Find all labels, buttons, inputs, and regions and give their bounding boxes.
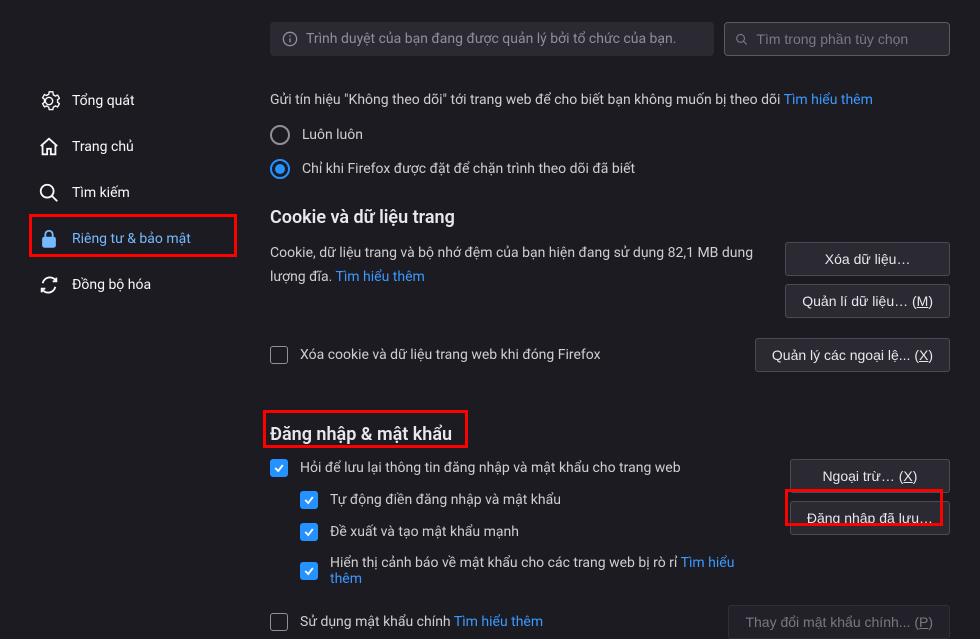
master-password-row[interactable]: Sử dụng mật khẩu chính Tìm hiểu thêm: [270, 613, 543, 631]
checkbox-label: Xóa cookie và dữ liệu trang web khi đóng…: [300, 347, 601, 363]
sidebar-item-privacy[interactable]: Riêng tư & bảo mật: [0, 216, 242, 262]
sidebar-label: Trang chủ: [72, 139, 134, 155]
sidebar-label: Tổng quát: [72, 93, 135, 109]
sidebar-label: Đồng bộ hóa: [72, 277, 151, 293]
checkbox-icon[interactable]: [270, 346, 288, 364]
managed-notice[interactable]: Trình duyệt của bạn đang được quản lý bở…: [270, 22, 714, 56]
radio-label: Luôn luôn: [302, 127, 363, 143]
managed-notice-text: Trình duyệt của bạn đang được quản lý bở…: [306, 31, 676, 47]
breach-alerts-row[interactable]: Hiển thị cảnh báo về mật khẩu cho các tr…: [300, 555, 770, 587]
dnt-only-blocking-row[interactable]: Chỉ khi Firefox được đặt để chặn trình t…: [270, 159, 950, 179]
lock-icon: [38, 228, 60, 250]
search-icon: [735, 32, 748, 47]
sidebar-label: Riêng tư & bảo mật: [72, 231, 191, 247]
checkbox-icon[interactable]: [300, 523, 318, 541]
cookies-section-title: Cookie và dữ liệu trang: [270, 207, 950, 228]
checkbox-label: Tự động điền đăng nhập và mật khẩu: [330, 492, 561, 508]
logins-section-title: Đăng nhập & mật khẩu: [270, 424, 950, 445]
saved-logins-button[interactable]: Đăng nhập đã lưu…: [790, 501, 950, 535]
cookies-learn-more-link[interactable]: Tìm hiểu thêm: [335, 269, 424, 285]
sidebar-item-general[interactable]: Tổng quát: [0, 78, 242, 124]
radio-icon[interactable]: [270, 125, 290, 145]
settings-content: Trình duyệt của bạn đang được quản lý bở…: [242, 0, 980, 632]
login-exceptions-button[interactable]: Ngoại trừ… (X): [790, 459, 950, 493]
clear-data-button[interactable]: Xóa dữ liệu…: [785, 242, 950, 276]
dnt-always-row[interactable]: Luôn luôn: [270, 125, 950, 145]
info-icon: [282, 31, 298, 47]
checkbox-icon[interactable]: [270, 459, 288, 477]
settings-search-input[interactable]: [756, 31, 939, 47]
radio-label: Chỉ khi Firefox được đặt để chặn trình t…: [302, 161, 635, 177]
settings-search[interactable]: [724, 22, 950, 56]
manage-exceptions-button[interactable]: Quản lý các ngoại lệ... (X): [755, 338, 950, 372]
cookies-usage-text: Cookie, dữ liệu trang và bộ nhớ đệm của …: [270, 242, 765, 290]
dnt-description: Gửi tín hiệu "Không theo dõi" tới trang …: [270, 90, 950, 111]
sync-icon: [38, 274, 60, 296]
sidebar-label: Tìm kiếm: [72, 185, 130, 201]
radio-icon[interactable]: [270, 159, 290, 179]
gear-icon: [38, 90, 60, 112]
ask-save-logins-row[interactable]: Hỏi để lưu lại thông tin đăng nhập và mậ…: [270, 459, 770, 477]
settings-sidebar: Tổng quát Trang chủ Tìm kiếm Riêng tư & …: [0, 0, 242, 632]
checkbox-icon[interactable]: [270, 613, 288, 631]
search-icon: [38, 182, 60, 204]
sidebar-item-home[interactable]: Trang chủ: [0, 124, 242, 170]
home-icon: [38, 136, 60, 158]
checkbox-label: Hỏi để lưu lại thông tin đăng nhập và mậ…: [300, 460, 681, 476]
sidebar-item-search[interactable]: Tìm kiếm: [0, 170, 242, 216]
master-pw-learn-more-link[interactable]: Tìm hiểu thêm: [454, 614, 543, 630]
checkbox-icon[interactable]: [300, 491, 318, 509]
checkbox-icon[interactable]: [300, 562, 318, 580]
autofill-logins-row[interactable]: Tự động điền đăng nhập và mật khẩu: [300, 491, 770, 509]
checkbox-label: Hiển thị cảnh báo về mật khẩu cho các tr…: [330, 555, 770, 587]
dnt-learn-more-link[interactable]: Tìm hiểu thêm: [784, 92, 873, 108]
checkbox-label: Sử dụng mật khẩu chính Tìm hiểu thêm: [300, 614, 543, 630]
delete-on-close-row[interactable]: Xóa cookie và dữ liệu trang web khi đóng…: [270, 346, 601, 364]
manage-data-button[interactable]: Quản lí dữ liệu… (M): [785, 284, 950, 318]
suggest-passwords-row[interactable]: Đề xuất và tạo mật khẩu mạnh: [300, 523, 770, 541]
sidebar-item-sync[interactable]: Đồng bộ hóa: [0, 262, 242, 308]
checkbox-label: Đề xuất và tạo mật khẩu mạnh: [330, 524, 519, 540]
change-master-password-button: Thay đổi mật khẩu chính... (P): [728, 605, 950, 639]
